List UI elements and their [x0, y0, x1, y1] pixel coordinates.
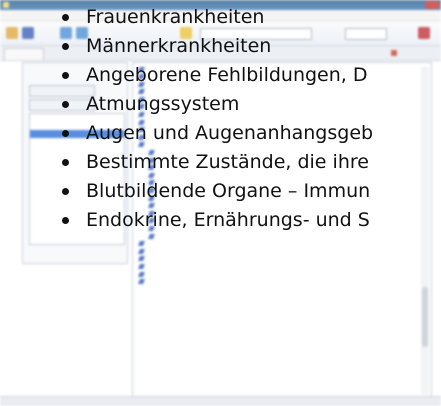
overlay-bullet-list: Frauenkrankheiten Männerkrankheiten Ange… — [59, 3, 373, 235]
overlay-list-item-label: Angeborene Fehlbildungen, D — [86, 64, 368, 86]
tree-item[interactable] — [147, 240, 207, 248]
overlay-list-item: Endokrine, Ernährungs- und S — [59, 206, 373, 235]
close-all-button[interactable] — [391, 48, 431, 58]
tab-left[interactable] — [4, 48, 44, 60]
overlay-list-item: Männerkrankheiten — [59, 32, 373, 61]
tree-item[interactable] — [147, 278, 247, 286]
bullet-icon — [62, 43, 69, 50]
bullet-icon — [62, 14, 69, 21]
toolbar-save-icon[interactable] — [22, 27, 34, 39]
tree-item[interactable] — [147, 255, 237, 263]
overlay-list-item: Augen und Augenanhangsgeb — [59, 119, 373, 148]
scrollbar-thumb[interactable] — [422, 287, 428, 347]
bullet-icon — [62, 72, 69, 79]
bullet-icon — [62, 159, 69, 166]
tree-item[interactable] — [147, 270, 287, 278]
overlay-list-item-label: Augen und Augenanhangsgeb — [86, 122, 374, 144]
tree-item[interactable] — [147, 262, 267, 270]
overlay-list-item: Bestimmte Zustände, die ihre — [59, 148, 373, 177]
overlay-list-item-label: Männerkrankheiten — [86, 35, 272, 57]
toolbar-exit-icon[interactable] — [418, 27, 430, 39]
app-icon — [3, 2, 9, 8]
overlay-list-item-label: Blutbildende Organe – Immun — [86, 180, 371, 202]
bullet-icon — [62, 101, 69, 108]
tree-item[interactable] — [147, 247, 217, 255]
overlay-list-item: Blutbildende Organe – Immun — [59, 177, 373, 206]
overlay-list-item: Frauenkrankheiten — [59, 3, 373, 32]
toolbar-open-icon[interactable] — [6, 27, 18, 39]
main-pane-scrollbar[interactable] — [421, 67, 429, 395]
bullet-icon — [62, 130, 69, 137]
overlay-list-item-label: Frauenkrankheiten — [86, 6, 265, 28]
window-close-button[interactable] — [425, 1, 439, 9]
bullet-icon — [62, 188, 69, 195]
overlay-list-item-label: Endokrine, Ernährungs- und S — [86, 209, 370, 231]
bullet-icon — [62, 217, 69, 224]
overlay-list-item-label: Bestimmte Zustände, die ihre — [86, 151, 369, 173]
overlay-list-item: Angeborene Fehlbildungen, D — [59, 61, 373, 90]
overlay-list-item-label: Atmungssystem — [86, 93, 240, 115]
overlay-list-item: Atmungssystem — [59, 90, 373, 119]
